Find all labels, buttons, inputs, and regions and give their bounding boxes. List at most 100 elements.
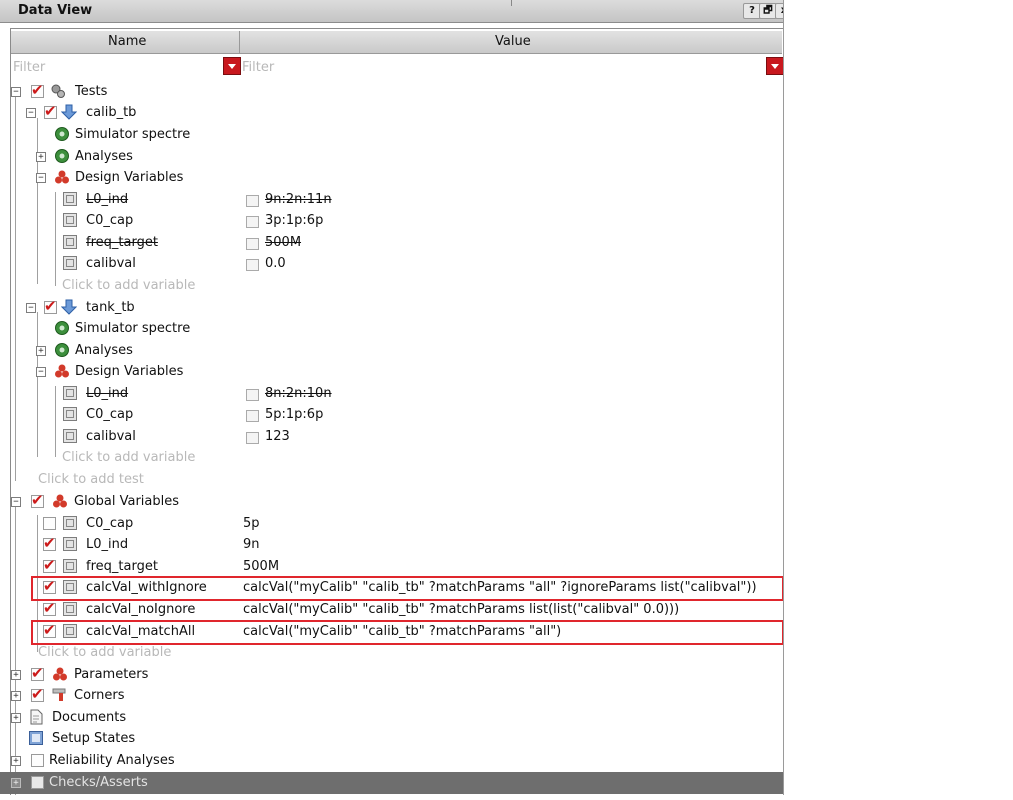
- variable-value[interactable]: 9n:2n:11n: [265, 192, 332, 207]
- corners-checkbox[interactable]: [31, 685, 44, 703]
- tank-tb-checkbox[interactable]: [44, 297, 57, 315]
- tests-label: Tests: [75, 84, 108, 99]
- column-header: Name Value: [11, 31, 782, 54]
- expand-icon[interactable]: +: [11, 691, 21, 701]
- tree-row-calib-tb[interactable]: − calib_tb: [0, 102, 783, 124]
- tree-row-variable[interactable]: freq_target 500M: [0, 232, 783, 254]
- expand-icon[interactable]: +: [11, 670, 21, 680]
- value-checkbox[interactable]: [246, 259, 259, 271]
- collapse-icon[interactable]: −: [11, 497, 21, 507]
- value-checkbox[interactable]: [246, 410, 259, 422]
- checks-asserts-checkbox[interactable]: [31, 776, 44, 789]
- variable-value[interactable]: calcVal("myCalib" "calib_tb" ?matchParam…: [243, 602, 679, 617]
- tree-row-add-test[interactable]: Click to add test: [0, 469, 783, 491]
- add-variable-link[interactable]: Click to add variable: [62, 450, 195, 465]
- collapse-icon[interactable]: −: [36, 367, 46, 377]
- name-filter-dropdown-icon[interactable]: [223, 57, 241, 75]
- tree-row-analyses[interactable]: + Analyses: [0, 146, 783, 168]
- tree-row-global-variables[interactable]: − Global Variables: [0, 491, 783, 513]
- variable-checkbox[interactable]: [43, 599, 56, 617]
- variable-value[interactable]: 9n: [243, 537, 260, 552]
- add-variable-link[interactable]: Click to add variable: [38, 645, 171, 660]
- collapse-icon[interactable]: −: [11, 87, 21, 97]
- tree-row-documents[interactable]: + Documents: [0, 707, 783, 729]
- column-name-header[interactable]: Name: [108, 34, 146, 49]
- close-button[interactable]: x: [775, 3, 783, 19]
- variable-value[interactable]: 3p:1p:6p: [265, 213, 323, 228]
- value-checkbox[interactable]: [246, 389, 259, 401]
- variable-name: freq_target: [86, 559, 158, 574]
- tree-row-analyses[interactable]: + Analyses: [0, 340, 783, 362]
- tree-row-design-variables[interactable]: − Design Variables: [0, 361, 783, 383]
- variable-icon: [63, 602, 77, 616]
- parameters-checkbox[interactable]: [31, 664, 44, 682]
- global-variables-icon: [53, 494, 67, 508]
- variable-name: C0_cap: [86, 407, 134, 422]
- variable-value[interactable]: 5p: [243, 516, 260, 531]
- tree-row-global-variable[interactable]: freq_target 500M: [0, 556, 783, 578]
- variable-checkbox[interactable]: [43, 517, 56, 530]
- reliability-checkbox[interactable]: [31, 754, 44, 767]
- design-variables-label: Design Variables: [75, 364, 184, 379]
- variable-icon: [63, 235, 77, 249]
- variable-value[interactable]: 0.0: [265, 256, 286, 271]
- variable-value[interactable]: 500M: [265, 235, 301, 250]
- value-filter-input[interactable]: Filter: [242, 60, 274, 75]
- tree-row-variable[interactable]: L0_ind 9n:2n:11n: [0, 189, 783, 211]
- tree-row-corners[interactable]: + Corners: [0, 685, 783, 707]
- tree-row-variable[interactable]: calibval 123: [0, 426, 783, 448]
- expand-icon[interactable]: +: [36, 152, 46, 162]
- global-variables-checkbox[interactable]: [31, 491, 44, 509]
- collapse-icon[interactable]: −: [26, 108, 36, 118]
- tree-row-variable[interactable]: C0_cap 3p:1p:6p: [0, 210, 783, 232]
- highlight-box: [31, 620, 783, 645]
- value-filter-dropdown-icon[interactable]: [766, 57, 783, 75]
- tree-row-add-variable[interactable]: Click to add variable: [0, 447, 783, 469]
- tree-row-add-variable[interactable]: Click to add variable: [0, 642, 783, 664]
- expand-icon[interactable]: +: [11, 778, 21, 788]
- checks-asserts-label: Checks/Asserts: [49, 775, 148, 790]
- value-checkbox[interactable]: [246, 216, 259, 228]
- tests-checkbox[interactable]: [31, 81, 44, 99]
- tree-row-variable[interactable]: C0_cap 5p:1p:6p: [0, 404, 783, 426]
- variable-value[interactable]: 123: [265, 429, 290, 444]
- tree-row-checks-asserts[interactable]: + Checks/Asserts: [0, 772, 783, 794]
- expand-icon[interactable]: +: [11, 713, 21, 723]
- expand-icon[interactable]: +: [36, 346, 46, 356]
- variable-value[interactable]: 500M: [243, 559, 279, 574]
- column-value-header[interactable]: Value: [495, 34, 531, 49]
- column-separator[interactable]: [239, 31, 240, 53]
- collapse-icon[interactable]: −: [26, 303, 36, 313]
- value-checkbox[interactable]: [246, 195, 259, 207]
- tree-row-parameters[interactable]: + Parameters: [0, 664, 783, 686]
- tree-row-tests[interactable]: − Tests: [0, 81, 783, 103]
- variable-name: L0_ind: [86, 386, 129, 401]
- tree-row-variable[interactable]: L0_ind 8n:2n:10n: [0, 383, 783, 405]
- tree-row-simulator[interactable]: Simulator spectre: [0, 124, 783, 146]
- tree-row-setup-states[interactable]: Setup States: [0, 728, 783, 750]
- tree-row-design-variables[interactable]: − Design Variables: [0, 167, 783, 189]
- tree-row-global-variable[interactable]: calcVal_noIgnore calcVal("myCalib" "cali…: [0, 599, 783, 621]
- add-variable-link[interactable]: Click to add variable: [62, 278, 195, 293]
- value-checkbox[interactable]: [246, 432, 259, 444]
- tree-row-simulator[interactable]: Simulator spectre: [0, 318, 783, 340]
- variable-value[interactable]: 5p:1p:6p: [265, 407, 323, 422]
- variable-checkbox[interactable]: [43, 556, 56, 574]
- expand-icon[interactable]: +: [11, 756, 21, 766]
- variable-icon: [63, 213, 77, 227]
- variable-value[interactable]: 8n:2n:10n: [265, 386, 332, 401]
- highlight-box: [31, 576, 783, 601]
- calib-tb-checkbox[interactable]: [44, 102, 57, 120]
- name-filter-input[interactable]: Filter: [13, 60, 45, 75]
- variable-icon: [63, 256, 77, 270]
- add-test-link[interactable]: Click to add test: [38, 472, 144, 487]
- tree-row-reliability[interactable]: + Reliability Analyses: [0, 750, 783, 772]
- tree-row-tank-tb[interactable]: − tank_tb: [0, 297, 783, 319]
- tree-row-global-variable[interactable]: L0_ind 9n: [0, 534, 783, 556]
- value-checkbox[interactable]: [246, 238, 259, 250]
- tree-row-add-variable[interactable]: Click to add variable: [0, 275, 783, 297]
- collapse-icon[interactable]: −: [36, 173, 46, 183]
- variable-checkbox[interactable]: [43, 534, 56, 552]
- tree-row-global-variable[interactable]: C0_cap 5p: [0, 513, 783, 535]
- tree-row-variable[interactable]: calibval 0.0: [0, 253, 783, 275]
